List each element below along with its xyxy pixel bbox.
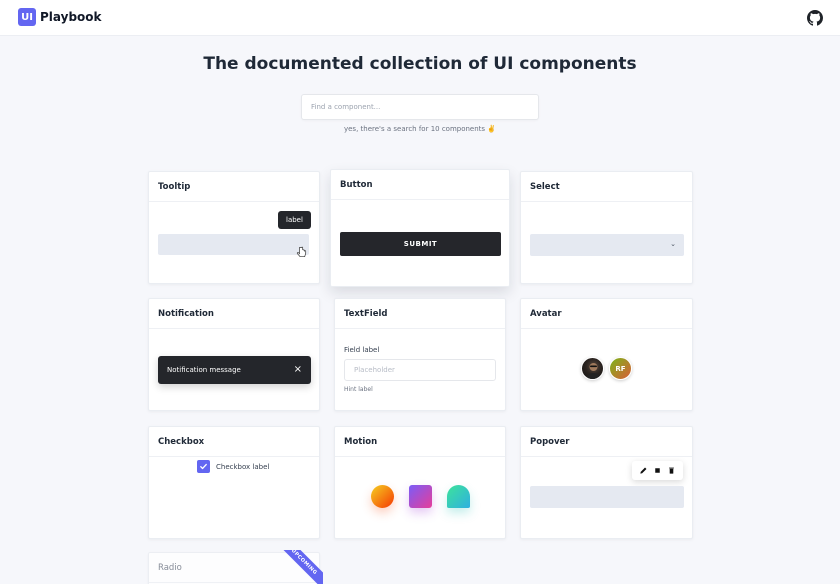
person-silhouette-icon xyxy=(586,363,601,379)
card-tooltip[interactable]: Tooltip label xyxy=(148,171,320,284)
logo[interactable]: UI Playbook xyxy=(18,8,102,26)
card-title: Notification xyxy=(149,299,319,329)
card-title: Avatar xyxy=(521,299,692,329)
card-select[interactable]: Select ⌄ xyxy=(520,171,693,284)
hand-cursor-icon xyxy=(296,246,307,258)
tooltip-label: label xyxy=(278,211,311,229)
motion-arch xyxy=(447,485,470,508)
logo-mark: UI xyxy=(18,8,36,26)
card-textfield[interactable]: TextField Field label Hint label xyxy=(334,298,506,411)
trash-icon[interactable] xyxy=(667,466,676,475)
text-field[interactable] xyxy=(344,359,496,381)
card-title: Button xyxy=(331,170,509,200)
avatar-initials: RF xyxy=(609,357,632,380)
page-title: The documented collection of UI componen… xyxy=(203,54,637,74)
pencil-icon[interactable] xyxy=(639,466,648,475)
checkbox-control[interactable]: Checkbox label xyxy=(197,460,269,473)
select-dropdown[interactable]: ⌄ xyxy=(530,234,684,256)
tooltip-target-field[interactable] xyxy=(158,234,309,255)
card-title: TextField xyxy=(335,299,505,329)
upcoming-ribbon-wrap: UPCOMING xyxy=(148,550,323,584)
card-notification[interactable]: Notification Notification message × xyxy=(148,298,320,411)
stop-icon[interactable] xyxy=(653,466,662,475)
card-motion[interactable]: Motion xyxy=(334,426,506,539)
card-title: Popover xyxy=(521,427,692,457)
upcoming-badge: UPCOMING xyxy=(275,550,323,584)
notification-toast: Notification message × xyxy=(158,356,311,384)
github-icon[interactable] xyxy=(807,10,823,26)
chevron-down-icon: ⌄ xyxy=(670,240,676,248)
logo-text: Playbook xyxy=(40,10,102,24)
card-checkbox[interactable]: Checkbox Checkbox label xyxy=(148,426,320,539)
motion-square xyxy=(409,485,432,508)
hint-label: Hint label xyxy=(344,386,373,393)
close-icon[interactable]: × xyxy=(294,365,302,375)
avatar-photo xyxy=(581,357,604,380)
card-title: Tooltip xyxy=(149,172,319,202)
popover-target-field[interactable] xyxy=(530,486,684,508)
search-hint: yes, there's a search for 10 components … xyxy=(343,125,497,133)
card-title: Motion xyxy=(335,427,505,457)
notification-message: Notification message xyxy=(167,366,241,374)
card-avatar[interactable]: Avatar RF xyxy=(520,298,693,411)
top-bar: UI Playbook xyxy=(0,0,840,36)
field-label: Field label xyxy=(344,346,380,354)
card-title: Select xyxy=(521,172,692,202)
card-button[interactable]: Button SUBMIT xyxy=(330,169,510,287)
card-title: Checkbox xyxy=(149,427,319,457)
checkbox[interactable] xyxy=(197,460,210,473)
popover-toolbar xyxy=(632,461,683,480)
submit-button[interactable]: SUBMIT xyxy=(340,232,501,256)
checkbox-label: Checkbox label xyxy=(216,462,270,471)
check-icon xyxy=(200,463,207,470)
motion-circle xyxy=(371,485,394,508)
card-popover[interactable]: Popover xyxy=(520,426,693,539)
search-input[interactable] xyxy=(301,94,539,120)
